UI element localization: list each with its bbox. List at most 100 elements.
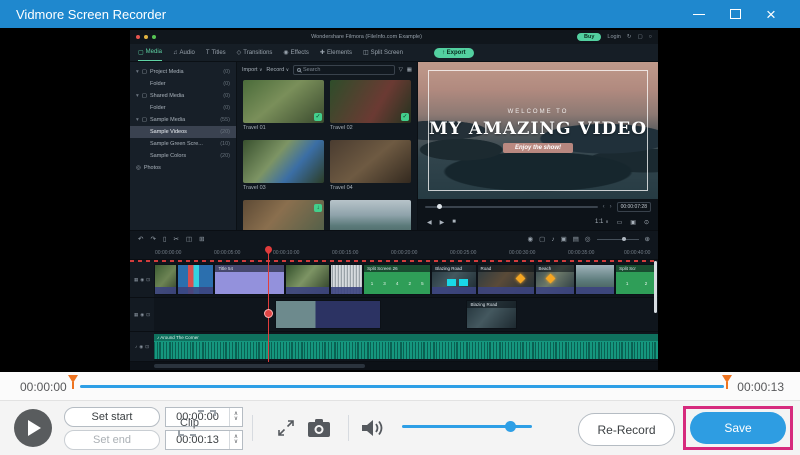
- sidebar-item-folder-2: Folder(0): [130, 102, 236, 114]
- ruler-label: 00:00:10:00: [273, 250, 299, 256]
- clip-tool[interactable]: Clip: [178, 410, 216, 446]
- elapsed-time: 00:00:00: [20, 380, 67, 394]
- play-button[interactable]: [14, 409, 52, 447]
- snapshot-icon: [561, 235, 567, 243]
- effect-graphic: [447, 279, 456, 286]
- decrement-icon[interactable]: [234, 440, 238, 445]
- settings-icon: [644, 219, 649, 226]
- caret-down-icon: [136, 93, 139, 99]
- mute-button[interactable]: [360, 414, 386, 442]
- track-type-icon: [134, 277, 138, 283]
- timeline-clip-road: Road: [477, 264, 535, 295]
- scrubber-track[interactable]: [80, 385, 724, 388]
- export-icon: [442, 50, 445, 56]
- mac-minimize-icon: [144, 35, 148, 39]
- timeline-clip: [330, 264, 363, 295]
- media-item: Travel 01: [243, 80, 324, 137]
- preview-stage: WELCOME TO MY AMAZING VIDEO Enjoy the sh…: [418, 62, 658, 199]
- preview-seek-bar: ‹ › 00:00:07:28: [418, 199, 658, 214]
- waveform-graphic: [154, 342, 658, 359]
- set-start-button[interactable]: Set start: [64, 407, 160, 427]
- buy-button: Buy: [577, 33, 601, 41]
- preview-welcome-text: WELCOME TO: [508, 109, 569, 115]
- video-thumbnail: [243, 200, 324, 230]
- total-time: 00:00:13: [737, 380, 784, 394]
- video-thumbnail: [243, 140, 324, 183]
- filmora-titlebar: Wondershare Filmora (FileInfo.com Exampl…: [130, 30, 658, 44]
- trim-end-marker[interactable]: [722, 375, 734, 391]
- media-item: Travel 03: [243, 140, 324, 197]
- media-item: Travel 04: [330, 140, 411, 197]
- media-library-panel: Import Record Search Travel 01 Travel 02…: [236, 62, 418, 230]
- video-thumbnail: [330, 80, 411, 123]
- save-highlight-box: Save: [683, 406, 793, 450]
- volume-knob[interactable]: [505, 421, 516, 432]
- set-end-button[interactable]: Set end: [64, 430, 160, 450]
- timeline-vscrollbar: [654, 261, 657, 313]
- close-button[interactable]: ×: [760, 5, 782, 23]
- search-icon: [297, 68, 301, 72]
- maximize-button[interactable]: [724, 5, 746, 23]
- volume-slider[interactable]: [402, 425, 532, 428]
- record-icon: [527, 235, 533, 243]
- filmora-tab-bar: Media Audio Titles Transitions Effects E…: [130, 44, 658, 62]
- media-grid: Travel 01 Travel 02 Travel 03 Travel 04 …: [237, 78, 417, 230]
- voiceover-icon: [551, 236, 554, 243]
- delete-icon: [163, 235, 167, 243]
- elements-icon: [320, 49, 325, 56]
- lock-icon: [145, 344, 149, 350]
- ruler-label: 00:00:25:00: [450, 250, 476, 256]
- previous-frame-icon: [427, 219, 432, 226]
- play-icon: [440, 219, 445, 226]
- timeline-clip-audio: Around The Corner: [154, 334, 658, 359]
- minimize-button[interactable]: [688, 5, 710, 23]
- timeline-clip-split-screen: Split Screen 26 13425: [363, 264, 431, 295]
- lock-icon: [146, 312, 150, 318]
- visibility-icon: [140, 312, 144, 318]
- sidebar-item-sample-green-screen: Sample Green Scre...(10): [130, 138, 236, 150]
- ruler-label: 00:00:00:00: [155, 250, 181, 256]
- recorded-filmora-frame: Wondershare Filmora (FileInfo.com Exampl…: [130, 30, 658, 370]
- fullscreen-button[interactable]: [274, 416, 298, 440]
- decrement-icon[interactable]: [234, 417, 238, 422]
- timeline-zoom-slider: [597, 239, 639, 240]
- sidebar-item-shared-media: Shared Media(0): [130, 90, 236, 102]
- marker-icon: [573, 235, 579, 243]
- media-item: Travel 05: [243, 200, 324, 230]
- ruler-label: 00:00:15:00: [332, 250, 358, 256]
- filter-icon: [399, 67, 403, 73]
- split-screen-icon: [363, 49, 369, 56]
- ruler-label: 00:00:05:00: [214, 250, 240, 256]
- track-header: [130, 298, 154, 331]
- frame-forward-icon: ›: [610, 204, 612, 210]
- camera-icon: [307, 418, 331, 438]
- frame-back-icon: ‹: [603, 204, 605, 210]
- monitor-icon: [617, 219, 623, 226]
- zoom-knob: [622, 237, 626, 241]
- video-track-2: Blazing Road: [130, 298, 658, 332]
- timeline-clip: [275, 300, 381, 329]
- scroll-handle: [154, 364, 365, 368]
- trim-start-marker[interactable]: [68, 375, 80, 391]
- vidmore-window: Vidmore Screen Recorder × Wondershare Fi…: [0, 0, 800, 455]
- filmora-timeline: 00:00:00:00 00:00:05:00 00:00:10:00 00:0…: [130, 230, 658, 370]
- effect-graphic: [546, 274, 556, 284]
- visibility-icon: [140, 277, 144, 283]
- ruler-label: 00:00:30:00: [509, 250, 535, 256]
- save-button[interactable]: Save: [690, 412, 786, 444]
- viewer-zoom-dropdown: 1:1: [595, 219, 609, 225]
- folder-icon: [142, 93, 147, 99]
- tab-split-screen: Split Screen: [363, 49, 403, 56]
- tab-audio: Audio: [173, 50, 195, 56]
- timeline-clip: [575, 264, 615, 295]
- photos-icon: [136, 165, 141, 171]
- folder-icon: [142, 69, 147, 75]
- expand-icon: [276, 418, 296, 438]
- mac-zoom-icon: [152, 35, 156, 39]
- effects-icon: [283, 49, 288, 56]
- filmora-title: Wondershare Filmora (FileInfo.com Exampl…: [160, 34, 573, 40]
- sidebar-item-folder: Folder(0): [130, 78, 236, 90]
- divider: [252, 415, 253, 441]
- rerecord-button[interactable]: Re-Record: [578, 413, 675, 446]
- screenshot-button[interactable]: [306, 417, 332, 439]
